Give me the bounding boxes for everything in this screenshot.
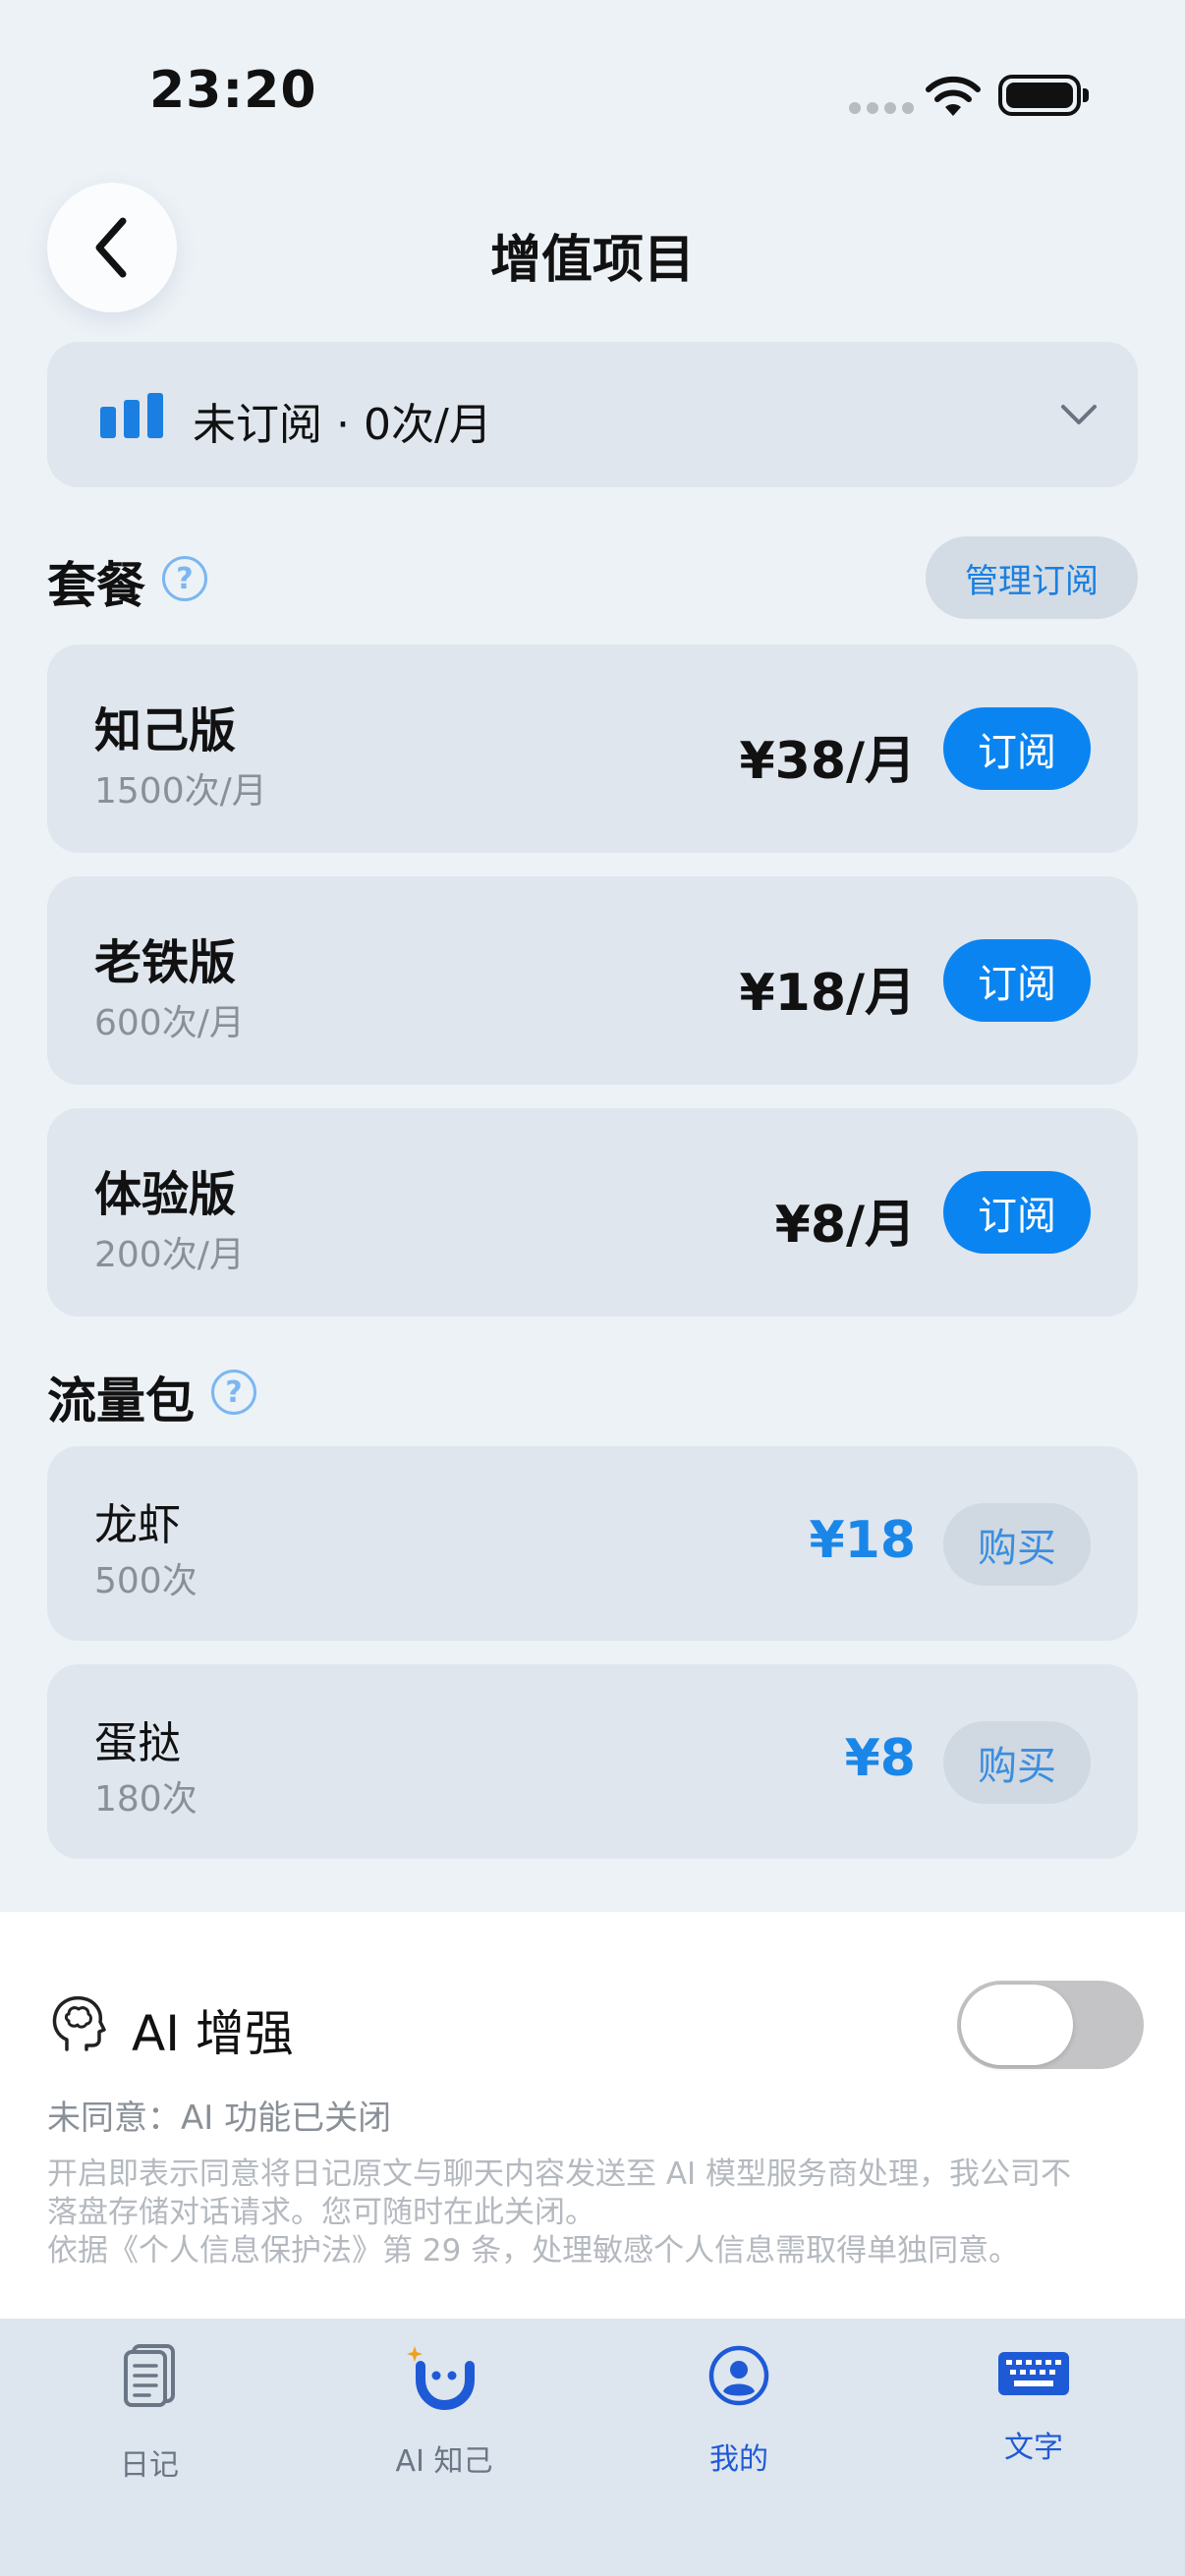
pack-price: ¥8 — [844, 1729, 916, 1788]
plan-card: 老铁版 600次/月 ¥18/月 订阅 — [47, 876, 1138, 1085]
plans-help-icon[interactable]: ? — [162, 556, 207, 601]
manage-subscription-button[interactable]: 管理订阅 — [926, 536, 1138, 619]
ai-disclaimer-line: 开启即表示同意将日记原文与聊天内容发送至 AI 模型服务商处理，我公司不 — [47, 2156, 1072, 2192]
status-time: 23:20 — [149, 61, 317, 120]
tab-bar: 日记 AI 知己 我的 文字 — [0, 2319, 1185, 2576]
tab-label: 文字 — [1004, 2431, 1063, 2465]
diary-icon — [124, 2344, 175, 2407]
toggle-knob — [961, 1985, 1073, 2065]
plan-quota: 200次/月 — [94, 1235, 245, 1275]
plan-card: 知己版 1500次/月 ¥38/月 订阅 — [47, 644, 1138, 853]
tab-label: 日记 — [120, 2448, 179, 2483]
plan-name: 知己版 — [94, 703, 237, 758]
plan-price: ¥18/月 — [739, 964, 916, 1023]
subscribe-button[interactable]: 订阅 — [943, 707, 1091, 790]
packs-section-title: 流量包 — [47, 1372, 195, 1429]
plan-name: 老铁版 — [94, 935, 237, 990]
pack-quota: 500次 — [94, 1561, 198, 1601]
plan-card: 体验版 200次/月 ¥8/月 订阅 — [47, 1108, 1138, 1316]
pack-card: 龙虾 500次 ¥18 购买 — [47, 1446, 1138, 1641]
pack-name: 龙虾 — [94, 1500, 181, 1550]
bar-chart-icon — [100, 393, 163, 438]
plan-price: ¥38/月 — [739, 732, 916, 791]
chevron-down-icon — [1061, 405, 1097, 424]
page-title: 增值项目 — [489, 231, 695, 290]
packs-help-icon[interactable]: ? — [211, 1370, 256, 1415]
keyboard-icon — [998, 2352, 1069, 2395]
pack-quota: 180次 — [94, 1779, 198, 1820]
subscribe-button[interactable]: 订阅 — [943, 939, 1091, 1022]
subscription-status-dropdown[interactable]: 未订阅 · 0次/月 — [47, 342, 1138, 487]
profile-icon — [708, 2345, 769, 2406]
plan-quota: 1500次/月 — [94, 771, 267, 812]
ai-enhance-title: AI 增强 — [132, 2005, 294, 2062]
buy-button[interactable]: 购买 — [943, 1503, 1091, 1586]
pack-card: 蛋挞 180次 ¥8 购买 — [47, 1664, 1138, 1859]
tab-label: AI 知己 — [395, 2444, 493, 2479]
pack-name: 蛋挞 — [94, 1718, 181, 1768]
ai-enhance-panel: AI 增强 未同意：AI 功能已关闭 开启即表示同意将日记原文与聊天内容发送至 … — [0, 1912, 1185, 2319]
subscribe-button[interactable]: 订阅 — [943, 1171, 1091, 1254]
brain-head-icon — [52, 1995, 106, 2051]
tab-ai-companion[interactable]: AI 知己 — [346, 2319, 542, 2515]
plan-quota: 600次/月 — [94, 1003, 245, 1043]
tab-text[interactable]: 文字 — [935, 2319, 1132, 2515]
buy-button[interactable]: 购买 — [943, 1721, 1091, 1804]
plan-price: ¥8/月 — [774, 1196, 916, 1255]
pack-price: ¥18 — [809, 1511, 916, 1570]
wifi-icon — [926, 76, 981, 116]
tab-label: 我的 — [709, 2442, 768, 2477]
ai-disclaimer: 开启即表示同意将日记原文与聊天内容发送至 AI 模型服务商处理，我公司不 落盘存… — [47, 2156, 1148, 2270]
plan-name: 体验版 — [94, 1167, 237, 1222]
tab-diary[interactable]: 日记 — [51, 2319, 248, 2515]
status-bar: 23:20 — [0, 0, 1185, 187]
ai-companion-icon — [407, 2346, 475, 2411]
ai-enhance-toggle[interactable] — [957, 1981, 1144, 2069]
ai-disclaimer-line: 落盘存储对话请求。您可随时在此关闭。 — [47, 2195, 595, 2230]
battery-icon — [998, 75, 1089, 116]
plans-section-title: 套餐 — [47, 557, 145, 614]
subscription-status-label: 未订阅 · 0次/月 — [193, 400, 492, 450]
cellular-signal-icon — [849, 102, 914, 114]
ai-disclaimer-line: 依据《个人信息保护法》第 29 条，处理敏感个人信息需取得单独同意。 — [47, 2233, 1020, 2268]
ai-status-text: 未同意：AI 功能已关闭 — [47, 2099, 392, 2138]
tab-profile[interactable]: 我的 — [641, 2319, 837, 2515]
